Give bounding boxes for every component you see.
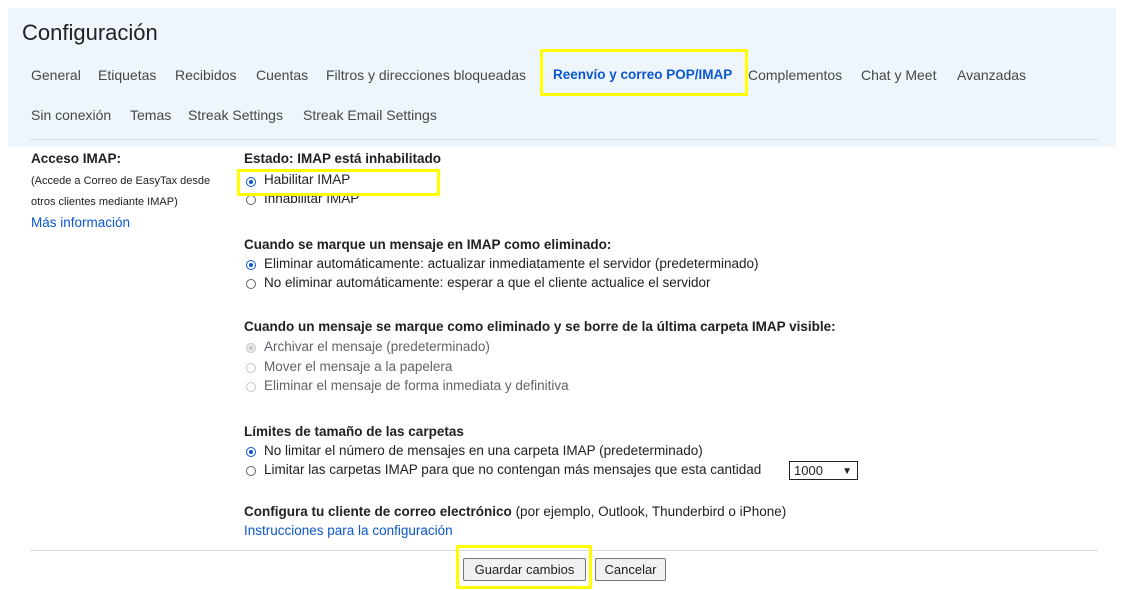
setup-instructions-link[interactable]: Instrucciones para la configuración xyxy=(244,523,453,538)
limit-folders-label[interactable]: Limitar las carpetas IMAP para que no co… xyxy=(264,462,761,477)
tab-chat-meet[interactable]: Chat y Meet xyxy=(861,67,936,83)
disable-imap-radio[interactable] xyxy=(246,195,256,205)
configure-client-examples: (por ejemplo, Outlook, Thunderbird o iPh… xyxy=(511,504,787,519)
tab-general[interactable]: General xyxy=(31,67,81,83)
tab-streak-settings[interactable]: Streak Settings xyxy=(188,107,283,123)
save-changes-button[interactable]: Guardar cambios xyxy=(463,558,586,581)
tab-cuentas[interactable]: Cuentas xyxy=(256,67,308,83)
imap-access-title: Acceso IMAP: xyxy=(31,151,122,166)
auto-expunge-off-label[interactable]: No eliminar automáticamente: esperar a q… xyxy=(264,275,710,290)
tab-sin-conexion[interactable]: Sin conexión xyxy=(31,107,111,123)
no-limit-radio[interactable] xyxy=(246,447,256,457)
tab-recibidos[interactable]: Recibidos xyxy=(175,67,236,83)
folder-limit-select[interactable]: 1000 ▼ xyxy=(789,461,858,480)
enable-imap-radio[interactable] xyxy=(246,177,256,187)
limit-folders-radio[interactable] xyxy=(246,466,256,476)
footer-divider xyxy=(30,550,1098,551)
tab-avanzadas[interactable]: Avanzadas xyxy=(957,67,1026,83)
imap-expunge-title: Cuando un mensaje se marque como elimina… xyxy=(244,319,836,334)
tab-temas[interactable]: Temas xyxy=(130,107,171,123)
tab-streak-email-settings[interactable]: Streak Email Settings xyxy=(303,107,437,123)
imap-access-note-line2: otros clientes mediante IMAP) xyxy=(31,196,178,208)
tab-etiquetas[interactable]: Etiquetas xyxy=(98,67,156,83)
move-to-trash-label[interactable]: Mover el mensaje a la papelera xyxy=(264,359,452,374)
auto-expunge-off-radio[interactable] xyxy=(246,279,256,289)
enable-imap-label[interactable]: Habilitar IMAP xyxy=(264,172,350,187)
delete-forever-label[interactable]: Eliminar el mensaje de forma inmediata y… xyxy=(264,378,569,393)
chevron-down-icon: ▼ xyxy=(842,466,852,477)
cancel-button[interactable]: Cancelar xyxy=(595,558,666,581)
tab-filtros[interactable]: Filtros y direcciones bloqueadas xyxy=(326,67,526,83)
delete-forever-radio[interactable] xyxy=(246,382,256,392)
header-divider xyxy=(30,139,1098,140)
configure-client-text: Configura tu cliente de correo electróni… xyxy=(244,504,786,519)
disable-imap-label[interactable]: Inhabilitar IMAP xyxy=(264,191,359,206)
tab-reenvio-pop-imap[interactable]: Reenvío y correo POP/IMAP xyxy=(553,67,732,82)
page-title: Configuración xyxy=(22,20,158,45)
move-to-trash-radio[interactable] xyxy=(246,363,256,373)
imap-delete-title: Cuando se marque un mensaje en IMAP como… xyxy=(244,237,612,252)
folder-limits-title: Límites de tamaño de las carpetas xyxy=(244,424,464,439)
configure-client-title: Configura tu cliente de correo electróni… xyxy=(244,504,512,519)
more-info-link[interactable]: Más información xyxy=(31,215,130,230)
no-limit-label[interactable]: No limitar el número de mensajes en una … xyxy=(264,443,703,458)
settings-header: Configuración General Etiquetas Recibido… xyxy=(8,8,1116,147)
imap-access-note-line1: (Accede a Correo de EasyTax desde xyxy=(31,175,211,187)
archive-message-radio[interactable] xyxy=(246,343,256,353)
tab-complementos[interactable]: Complementos xyxy=(748,67,842,83)
auto-expunge-on-label[interactable]: Eliminar automáticamente: actualizar inm… xyxy=(264,256,758,271)
folder-limit-value: 1000 xyxy=(794,463,823,478)
auto-expunge-on-radio[interactable] xyxy=(246,260,256,270)
settings-page: Configuración General Etiquetas Recibido… xyxy=(8,8,1116,590)
archive-message-label[interactable]: Archivar el mensaje (predeterminado) xyxy=(264,339,490,354)
imap-status-title: Estado: IMAP está inhabilitado xyxy=(244,151,442,166)
